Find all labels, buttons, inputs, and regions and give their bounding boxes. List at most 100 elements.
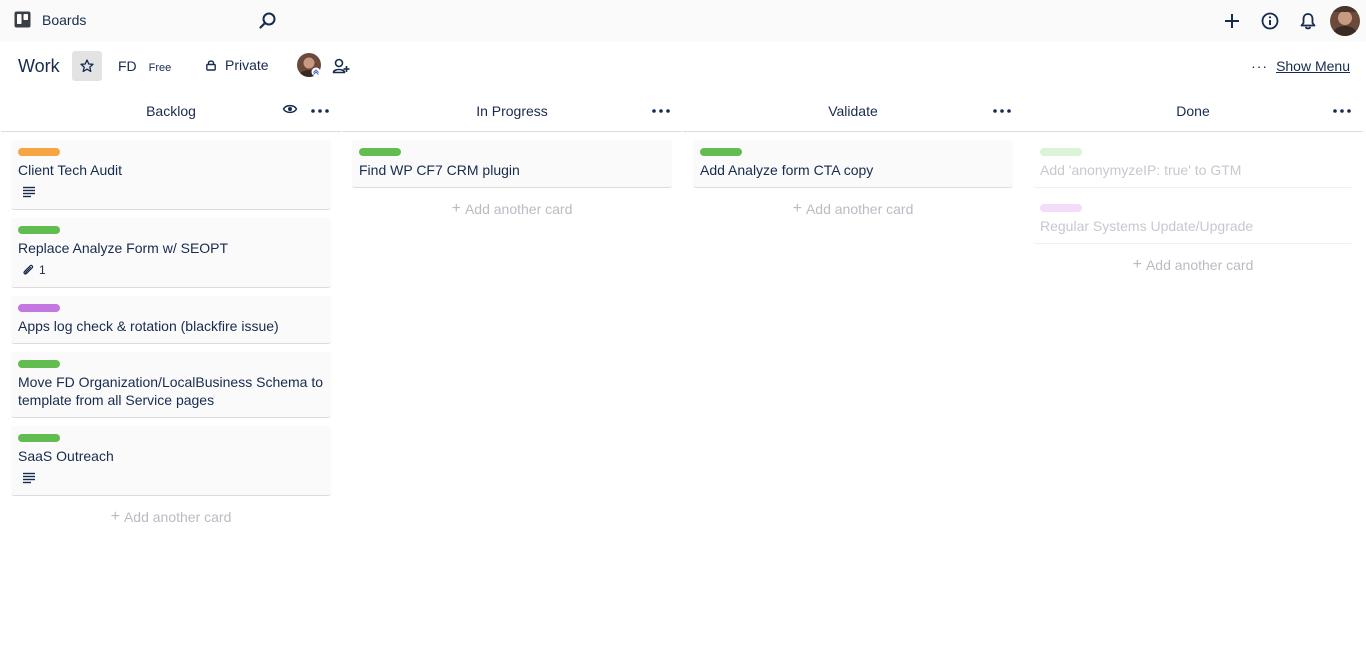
card-title: Apps log check & rotation (blackfire iss…: [18, 318, 279, 334]
add-card-label: Add another card: [805, 201, 914, 217]
card-title: Add 'anonymyzeIP: true' to GTM: [1040, 162, 1242, 178]
avatar[interactable]: [1330, 6, 1360, 36]
card[interactable]: Replace Analyze Form w/ SEOPT 1: [11, 218, 331, 288]
member-avatar[interactable]: [297, 53, 321, 77]
board-title[interactable]: Work: [18, 56, 60, 77]
card-label-green[interactable]: [359, 148, 401, 156]
list-header: Validate: [683, 92, 1023, 132]
card-badges: [18, 183, 324, 201]
list-title[interactable]: Validate: [683, 103, 1023, 119]
boards-label: Boards: [42, 11, 87, 28]
avatar-image: [1330, 6, 1360, 36]
boards-icon: [14, 11, 31, 28]
more-icon: [311, 109, 329, 113]
card-title: Replace Analyze Form w/ SEOPT: [18, 240, 229, 256]
card-label-green[interactable]: [18, 360, 60, 368]
card-title: Move FD Organization/LocalBusiness Schem…: [18, 374, 324, 408]
add-card-label: Add another card: [1145, 257, 1254, 273]
plus-icon: +: [451, 200, 461, 217]
add-card-button[interactable]: + Add another card: [1033, 256, 1353, 274]
lock-icon: [206, 60, 216, 71]
card[interactable]: Apps log check & rotation (blackfire iss…: [11, 296, 331, 344]
add-card-button[interactable]: + Add another card: [11, 508, 331, 526]
boards-button[interactable]: Boards: [14, 11, 86, 28]
list-backlog: Backlog Client Tech Audit Replace Analyz…: [1, 92, 341, 526]
list-menu-button[interactable]: [309, 101, 331, 121]
search-icon[interactable]: [258, 11, 278, 31]
list-done: Done Add 'anonymyzeIP: true' to GTM Regu…: [1023, 92, 1363, 274]
star-board-button[interactable]: [72, 51, 102, 81]
card[interactable]: Add Analyze form CTA copy: [693, 140, 1013, 188]
show-menu-button[interactable]: ··· Show Menu: [1251, 58, 1350, 74]
card-label-orange[interactable]: [18, 148, 60, 156]
card[interactable]: Add 'anonymyzeIP: true' to GTM: [1033, 140, 1353, 188]
description-icon: [23, 472, 35, 484]
plus-icon: +: [1132, 256, 1142, 273]
card-list: Add 'anonymyzeIP: true' to GTM Regular S…: [1023, 132, 1363, 274]
list-title[interactable]: Done: [1023, 103, 1363, 119]
add-card-button[interactable]: + Add another card: [352, 200, 672, 218]
card-label-green[interactable]: [18, 434, 60, 442]
team-name: FD: [118, 58, 137, 74]
more-icon: [652, 109, 670, 113]
create-button[interactable]: [1216, 5, 1248, 37]
paperclip-icon: [23, 264, 34, 275]
star-icon: [80, 59, 94, 73]
card-title: Find WP CF7 CRM plugin: [359, 162, 520, 178]
card-badges: [18, 469, 324, 487]
add-card-label: Add another card: [464, 201, 573, 217]
card-label-purple[interactable]: [1040, 204, 1082, 212]
list-menu-button[interactable]: [650, 101, 672, 121]
more-icon: [1333, 109, 1351, 113]
card-badges: 1: [18, 261, 324, 279]
plus-icon: +: [110, 508, 120, 525]
card[interactable]: Find WP CF7 CRM plugin: [352, 140, 672, 188]
card[interactable]: Client Tech Audit: [11, 140, 331, 210]
card-title: Add Analyze form CTA copy: [700, 162, 874, 178]
avatar-image: [297, 53, 321, 77]
list-validate: Validate Add Analyze form CTA copy + Add…: [683, 92, 1023, 218]
list-menu-button[interactable]: [991, 101, 1013, 121]
card[interactable]: Regular Systems Update/Upgrade: [1033, 196, 1353, 244]
more-icon: [993, 109, 1011, 113]
top-header: Boards: [0, 0, 1366, 42]
notifications-button[interactable]: [1292, 5, 1324, 37]
header-actions: [1210, 5, 1360, 37]
plus-icon: [1225, 14, 1239, 28]
card-title: SaaS Outreach: [18, 448, 114, 464]
list-header: In Progress: [342, 92, 682, 132]
card-list: Find WP CF7 CRM plugin + Add another car…: [342, 132, 682, 218]
card-label-green[interactable]: [700, 148, 742, 156]
list-menu-button[interactable]: [1331, 101, 1353, 121]
privacy-button[interactable]: Private: [205, 57, 269, 73]
info-icon: [1261, 12, 1279, 30]
attachment-badge: 1: [22, 263, 46, 277]
show-menu-label: Show Menu: [1276, 58, 1350, 74]
card-list: Add Analyze form CTA copy + Add another …: [683, 132, 1023, 218]
card-title: Client Tech Audit: [18, 162, 123, 178]
card-label-green[interactable]: [1040, 148, 1082, 156]
board-lists: Backlog Client Tech Audit Replace Analyz…: [0, 92, 1366, 647]
more-icon: ···: [1251, 58, 1269, 74]
bell-icon: [1300, 13, 1316, 30]
board-header: Work FD Free Private ··· Show Menu: [0, 42, 1366, 92]
card[interactable]: Move FD Organization/LocalBusiness Schem…: [11, 352, 331, 418]
attachment-count: 1: [39, 263, 46, 277]
card-list: Client Tech Audit Replace Analyze Form w…: [1, 132, 341, 526]
eye-icon: [282, 104, 298, 114]
list-header: Backlog: [1, 92, 341, 132]
team-plan: Free: [148, 62, 172, 74]
info-button[interactable]: [1254, 5, 1286, 37]
add-card-button[interactable]: + Add another card: [693, 200, 1013, 218]
add-card-label: Add another card: [123, 509, 232, 525]
card[interactable]: SaaS Outreach: [11, 426, 331, 496]
privacy-label: Private: [225, 57, 269, 73]
card-label-purple[interactable]: [18, 304, 60, 312]
team-button[interactable]: FD Free: [118, 58, 171, 74]
card-title: Regular Systems Update/Upgrade: [1040, 218, 1254, 234]
list-header: Done: [1023, 92, 1363, 132]
invite-member-icon[interactable]: [332, 57, 350, 75]
description-icon: [23, 186, 35, 198]
list-title[interactable]: In Progress: [342, 103, 682, 119]
card-label-green[interactable]: [18, 226, 60, 234]
